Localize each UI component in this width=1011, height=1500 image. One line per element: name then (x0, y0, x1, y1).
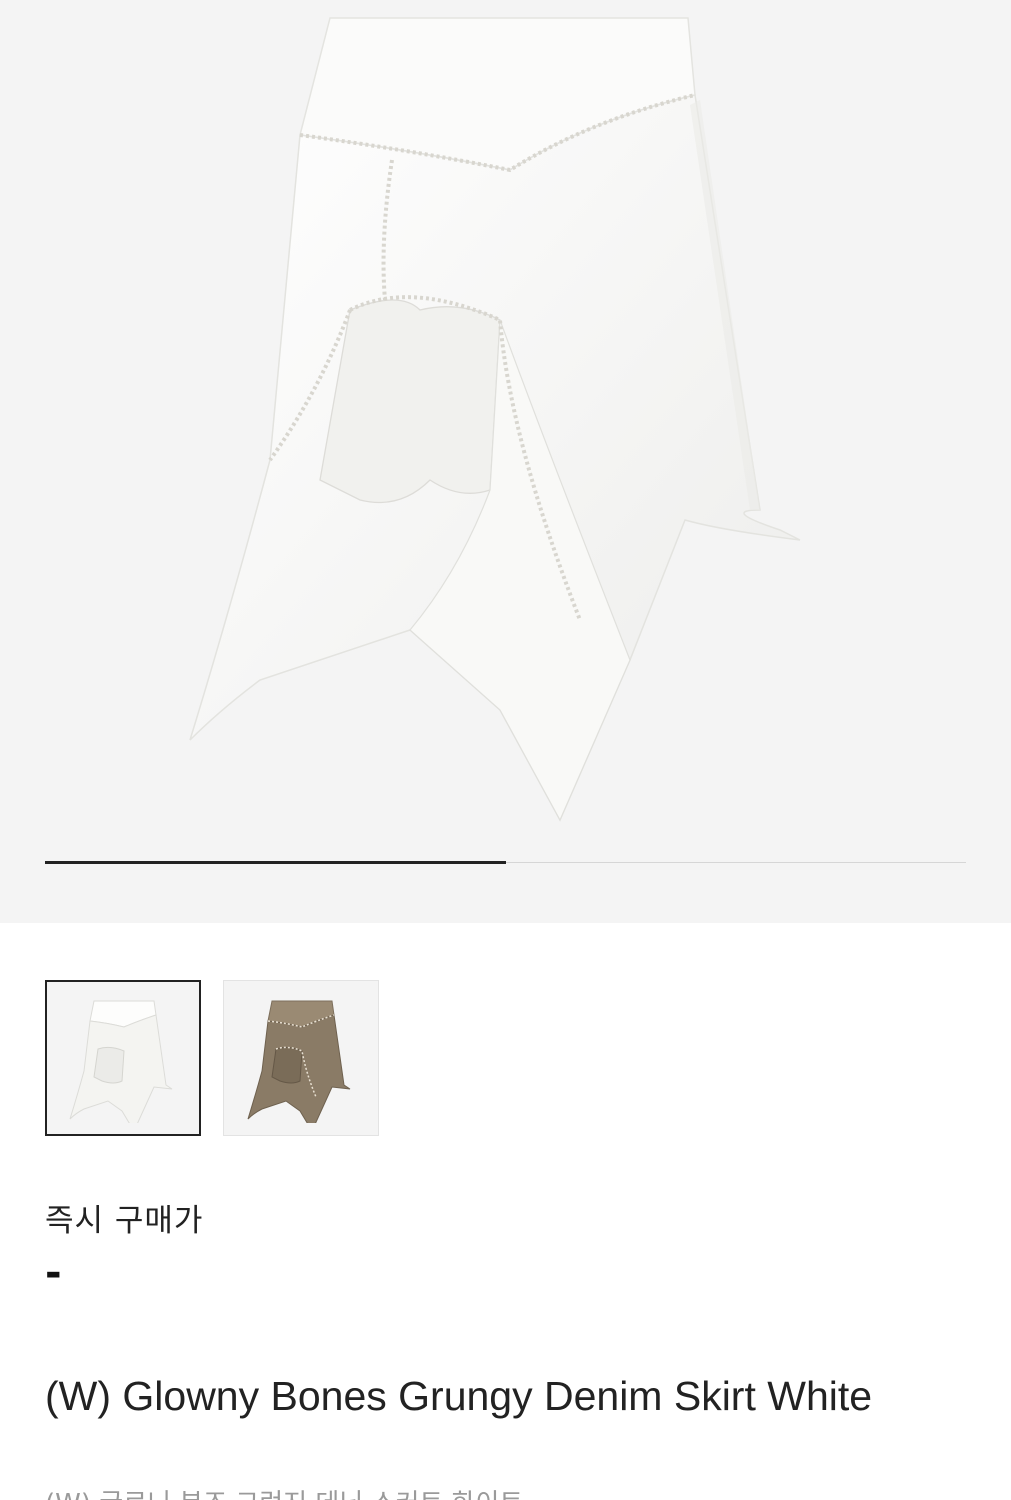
instant-buy-price-label: 즉시 구매가 (45, 1203, 204, 1239)
color-thumbnails (45, 980, 379, 1136)
gallery-progress-track (45, 861, 966, 864)
instant-buy-price-value: - (45, 1250, 62, 1296)
product-image-main[interactable] (160, 10, 860, 830)
product-title: (W) Glowny Bones Grungy Denim Skirt Whit… (45, 1373, 873, 1419)
product-subtitle: (W) 글로니 본즈 그런지 데님 스커트 화이트 (45, 1488, 523, 1500)
thumbnail-khaki[interactable] (223, 980, 379, 1136)
thumbnail-khaki-image (247, 1000, 351, 1123)
gallery-progress-indicator (45, 861, 506, 864)
product-image-gallery[interactable] (0, 0, 1011, 923)
product-subtitle-text: (W) 글로니 본즈 그런지 데님 스커트 화이트 (45, 1488, 523, 1500)
thumbnail-white[interactable] (45, 980, 201, 1136)
thumbnail-white-image (69, 1000, 173, 1123)
